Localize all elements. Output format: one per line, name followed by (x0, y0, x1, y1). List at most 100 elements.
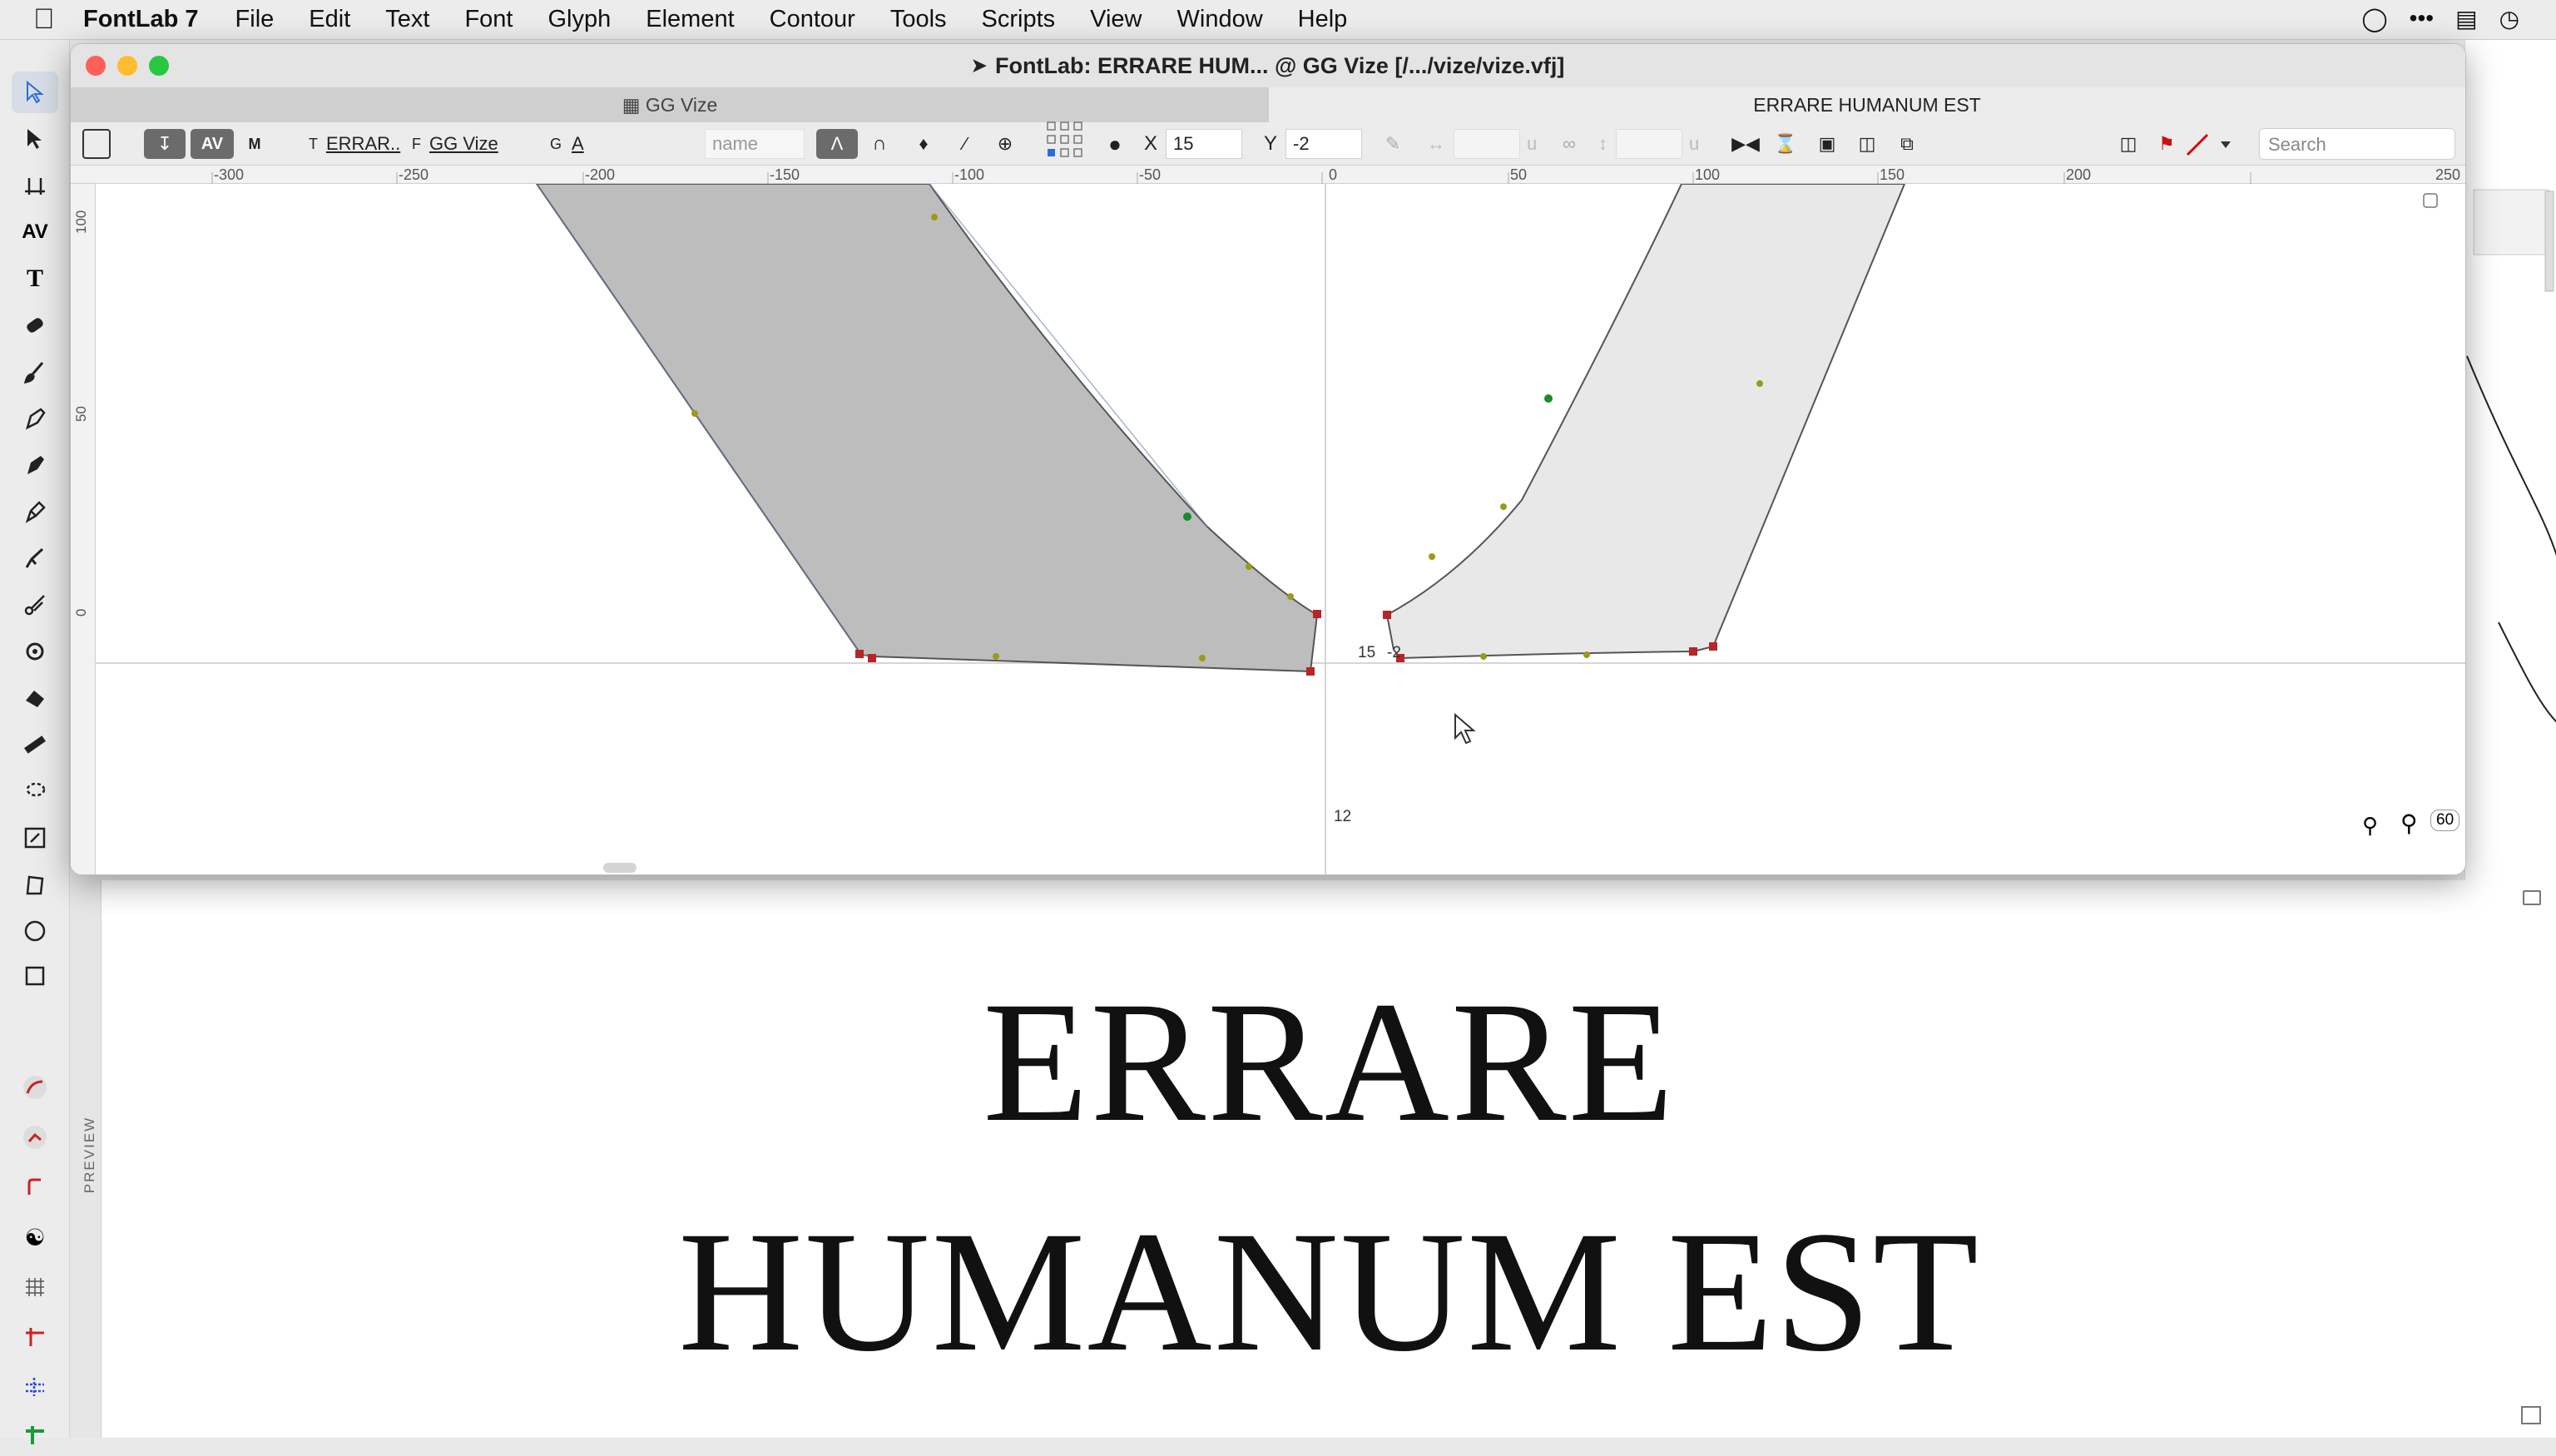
component-icon[interactable]: ◫ (1855, 129, 1880, 159)
green-guide-icon[interactable] (12, 1414, 58, 1456)
ruler-tick: -200 (585, 166, 616, 183)
flip-vertical-icon[interactable]: ⌛ (1773, 129, 1798, 159)
background-window (2464, 40, 2556, 880)
tab-text[interactable]: ERRARE HUMANUM EST (1269, 87, 2465, 122)
control-center-icon[interactable]: ▤ (2455, 5, 2477, 32)
kerning-mode-icon[interactable]: AV (191, 129, 234, 159)
text-tool-icon[interactable]: T (12, 258, 58, 300)
glyph-canvas[interactable]: 15 -2 12 ⚲ ⚲ 60 ⚲ (96, 183, 2466, 875)
metrics-mode-icon[interactable]: ↧ (144, 129, 186, 159)
search-input[interactable]: Search (2259, 128, 2455, 160)
knife-tool-icon[interactable] (12, 584, 58, 626)
sharp-node-icon[interactable]: Λ (816, 129, 858, 159)
glyph-outlines[interactable] (96, 183, 2466, 875)
tab-font[interactable]: ▦ GG Vize (71, 87, 1269, 122)
zoom-button[interactable] (149, 56, 169, 76)
width-field[interactable] (1454, 129, 1520, 159)
ruler-tick: -50 (1139, 166, 1162, 183)
flip-horizontal-icon[interactable]: ▶◀ (1731, 129, 1760, 159)
cast-icon[interactable]: ◫ (2116, 129, 2141, 159)
minimize-button[interactable] (117, 56, 137, 76)
element-select-tool-icon[interactable] (12, 118, 58, 160)
copy-icon[interactable]: ⧉ (1895, 129, 1919, 159)
apple-icon[interactable]:  (33, 3, 83, 36)
eraser-tool-icon[interactable] (12, 305, 58, 346)
eyedropper-icon[interactable]: ✎ (1380, 129, 1405, 159)
ruler-tick: 50 (73, 406, 89, 422)
y-field[interactable]: -2 (1285, 129, 1363, 159)
menu-file[interactable]: File (235, 6, 275, 33)
corner-smart-icon[interactable] (12, 1166, 58, 1208)
text-selector[interactable]: T ERRAR.. (309, 129, 400, 159)
color-flag-dropdown[interactable] (2184, 129, 2234, 159)
ellipse-tool-icon[interactable] (12, 910, 58, 952)
magnet-tool-icon[interactable] (12, 631, 58, 672)
shape-tool-icon[interactable] (12, 864, 58, 905)
lock-icon[interactable]: ▣ (1815, 129, 1840, 159)
rectangle-tool-icon[interactable] (12, 955, 58, 997)
node-type-icon[interactable]: ♦ (911, 129, 936, 159)
panel-toggle-icon[interactable] (2523, 890, 2541, 905)
menu-view[interactable]: View (1090, 6, 1142, 33)
zoom-icon[interactable]: ⚲ (2400, 810, 2418, 837)
y-label: Y (1264, 132, 1278, 155)
smooth-node-icon[interactable]: ∩ (863, 129, 896, 159)
power-brush-tool-icon[interactable] (12, 537, 58, 579)
metrics-tool-icon[interactable] (12, 165, 58, 206)
guide-icon[interactable] (12, 1316, 58, 1358)
lasso-tool-icon[interactable] (12, 770, 58, 812)
kerning-tool-icon[interactable]: AV (12, 211, 58, 253)
clock-icon[interactable]: ◷ (2499, 5, 2519, 32)
node-name-field[interactable]: name (705, 129, 805, 159)
pin-icon[interactable]: ● (1102, 129, 1127, 159)
link-icon[interactable]: ∞ (1557, 129, 1582, 159)
ruler-tick: 250 (2435, 166, 2461, 183)
curve-smart-icon[interactable] (12, 1067, 58, 1108)
pencil-tool-icon[interactable] (12, 444, 58, 486)
contour-select-tool-icon[interactable] (12, 72, 58, 113)
dotted-guide-icon[interactable] (12, 1366, 58, 1408)
menu-element[interactable]: Element (646, 6, 734, 33)
handle-icon[interactable]: ∕ (953, 129, 978, 159)
zoom-level[interactable]: 60 (2430, 810, 2460, 831)
menu-glyph[interactable]: Glyph (547, 6, 611, 33)
origin-grid-icon[interactable] (1046, 121, 1087, 159)
status-circle-icon[interactable]: ◯ (2361, 5, 2387, 32)
transform-tool-icon[interactable] (12, 817, 58, 859)
x-field[interactable]: 15 (1166, 129, 1243, 159)
menu-scripts[interactable]: Scripts (982, 6, 1056, 33)
coord-y-tooltip: -2 (1387, 644, 1401, 661)
menu-help[interactable]: Help (1298, 6, 1348, 33)
menu-edit[interactable]: Edit (309, 6, 350, 33)
menu-text[interactable]: Text (385, 6, 429, 33)
node-smart-icon[interactable] (12, 1117, 58, 1158)
yinyang-icon[interactable]: ☯ (12, 1216, 58, 1258)
height-field[interactable] (1616, 129, 1682, 159)
mark-icon[interactable]: M (239, 129, 270, 159)
grid-icon[interactable] (12, 1266, 58, 1308)
preview-text[interactable]: ERRARE HUMANUM EST (102, 880, 2556, 1413)
font-selector[interactable]: F GG Vize (412, 129, 498, 159)
menu-contour[interactable]: Contour (770, 6, 855, 33)
resize-icon[interactable] (2521, 1406, 2541, 1424)
rapid-tool-icon[interactable] (12, 491, 58, 532)
sidebar-toggle-icon[interactable] (82, 129, 111, 159)
pen-tool-icon[interactable] (12, 398, 58, 439)
vertical-ruler[interactable]: 100 50 0 (71, 184, 96, 874)
flag-icon[interactable]: ⚑ (2156, 129, 2177, 159)
glyph-selector[interactable]: GA (550, 129, 584, 159)
fill-tool-icon[interactable] (12, 677, 58, 719)
menu-window[interactable]: Window (1177, 6, 1263, 33)
width-icon: ↔ (1427, 133, 1445, 154)
close-button[interactable] (86, 56, 106, 76)
menu-tools[interactable]: Tools (890, 6, 947, 33)
zoom-out-icon[interactable]: ⚲ (2362, 813, 2378, 839)
menu-app-name[interactable]: FontLab 7 (83, 6, 199, 33)
horizontal-scrollbar[interactable] (603, 863, 637, 873)
brush-tool-icon[interactable] (12, 351, 58, 393)
more-icon[interactable]: ••• (2410, 5, 2434, 32)
ruler-tool-icon[interactable] (12, 724, 58, 765)
horizontal-ruler[interactable]: -300 -250 -200 -150 -100 -50 0 50 100 15… (71, 166, 2465, 184)
menu-font[interactable]: Font (464, 6, 513, 33)
tangent-icon[interactable]: ⊕ (993, 129, 1018, 159)
